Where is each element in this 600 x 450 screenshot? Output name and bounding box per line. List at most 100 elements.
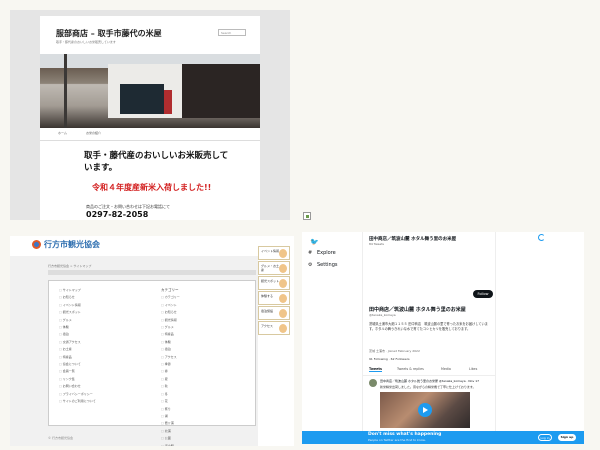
sitemap-link[interactable]: 秋 [161, 383, 180, 390]
tweet-body: 新米精米出荷しました。昔ながらの精米機で丁寧に仕上げております。 [380, 385, 476, 389]
sitemap-link[interactable]: 春 [161, 368, 180, 375]
follow-counts[interactable]: 91 Following · 62 Followers [369, 357, 410, 361]
logo-icon[interactable] [32, 240, 41, 249]
sitemap-link[interactable]: 宿泊 [59, 331, 96, 338]
profile-name: 田中商店／筑波山麓 ホタル舞う里のお米屋 [369, 307, 466, 313]
sitemap-link[interactable]: グルメ [59, 317, 96, 324]
avatar[interactable] [369, 379, 377, 387]
broken-image-icon [303, 212, 311, 220]
sitemap-link[interactable]: お土産 [59, 346, 96, 353]
sitemap-link[interactable]: プライバシーポリシー [59, 391, 96, 398]
nav-explore-label: Explore [317, 250, 336, 256]
side-banner-list: イベント情報グルメ・お土産観光スポット体験する宿泊施設アクセス [258, 246, 290, 336]
sitemap-link[interactable]: 体験 [161, 339, 180, 346]
side-banner[interactable]: アクセス [258, 321, 290, 335]
sitemap-link[interactable]: 冬 [161, 391, 180, 398]
login-button[interactable]: Log in [538, 434, 552, 441]
tab-replies[interactable]: Tweets & replies [397, 367, 424, 371]
play-icon[interactable] [418, 403, 432, 417]
sitemap-link[interactable]: 観光情報 [161, 317, 180, 324]
sitemap-link[interactable]: 特産品 [161, 331, 180, 338]
sitemap-link[interactable]: 会員一覧 [59, 368, 96, 375]
tab-media[interactable]: Media [441, 367, 451, 371]
page-sheet: 服部商店 – 取手市藤代の米屋 取手・藤代産のおいしいお米販売しています Sea… [40, 16, 260, 220]
sitemap-link[interactable]: イベント情報 [59, 302, 96, 309]
sitemap-link[interactable]: アクセス [161, 354, 180, 361]
tab-likes[interactable]: Likes [469, 367, 477, 371]
sitemap-link[interactable]: イベント [161, 302, 180, 309]
hash-icon: # [308, 250, 313, 256]
sitemap-link[interactable]: 北浦 [161, 428, 180, 435]
signup-banner: Don't miss what's happening People on Tw… [302, 431, 584, 444]
photo-window [120, 84, 164, 114]
sitemap-link[interactable]: 公園 [161, 435, 180, 442]
profile-meta: 茨城 土浦市 · Joined February 2022 [369, 349, 420, 353]
sitemap-link[interactable]: 祭り [161, 406, 180, 413]
profile-handle: @tanaka_komeya [369, 313, 396, 317]
header-photo [40, 54, 260, 128]
tab-tweets[interactable]: Tweets [369, 367, 382, 372]
sitemap-link[interactable]: 道の駅 [161, 443, 180, 446]
follow-button[interactable]: Follow [473, 290, 493, 298]
nav-home[interactable]: ホーム [58, 131, 67, 135]
sitemap-link[interactable]: サイトマップ [59, 287, 96, 294]
mascot-icon [279, 294, 287, 303]
search-input[interactable]: Search [218, 29, 246, 36]
side-banner[interactable]: 観光スポット [258, 276, 290, 290]
sitemap-link[interactable]: 花 [161, 398, 180, 405]
profile-column: 田中商店／筑波山麓 ホタル舞う里のお米屋 84 Tweets Follow 田中… [362, 232, 496, 432]
side-banner-label: 体験する [261, 294, 274, 298]
profile-bio: 茨城県土浦市大畑１１５５ 田中商店 筑波山麓の里で育ったお米をお届けしています。… [369, 322, 488, 331]
headline: 取手・藤代産のおいしいお米販売しています。 [84, 151, 229, 173]
tweet-count: 84 Tweets [369, 242, 384, 246]
photo-pole [64, 54, 67, 128]
sitemap-link[interactable]: 湖 [161, 413, 180, 420]
sitemap-link[interactable]: お問い合わせ [59, 383, 96, 390]
tweet-header: 田中商店／筑波山麓 ホタル舞う里のお米屋 @tanaka_komeya · No… [380, 379, 480, 383]
profile-banner [363, 248, 495, 290]
footer-text: © 行方市観光協会 [48, 436, 73, 440]
sitemap-link[interactable]: お知らせ [59, 294, 96, 301]
sitemap-link[interactable]: 宿泊 [161, 346, 180, 353]
nav-settings[interactable]: ⚙ Settings [308, 262, 338, 268]
left-nav: 🐦 # Explore ⚙ Settings [302, 232, 362, 432]
sitemap-link[interactable]: 観光スポット [59, 309, 96, 316]
signup-banner-title: Don't miss what's happening [368, 432, 442, 437]
side-banner[interactable]: 宿泊施設 [258, 306, 290, 320]
right-sidebar [494, 232, 584, 432]
nav-rice[interactable]: お米の紹介 [86, 131, 101, 135]
breadcrumb[interactable]: 行方市観光協会 > サイトマップ [48, 264, 91, 268]
rice-shop-website-screenshot: 服部商店 – 取手市藤代の米屋 取手・藤代産のおいしいお米販売しています Sea… [10, 10, 290, 220]
side-banner-label: グルメ・お土産 [261, 264, 280, 272]
nav-settings-label: Settings [317, 262, 338, 268]
new-rice-notice: 令和４年度産新米入荷しました!! [92, 183, 212, 192]
mascot-icon [279, 309, 287, 318]
sitemap-link[interactable]: お知らせ [161, 309, 180, 316]
sitemap-link[interactable]: グルメ [161, 324, 180, 331]
sitemap-link[interactable]: リンク集 [59, 376, 96, 383]
sitemap-link[interactable]: カテゴリー [161, 294, 180, 301]
side-banner[interactable]: イベント情報 [258, 246, 290, 260]
nav-explore[interactable]: # Explore [308, 250, 336, 256]
sitemap-link[interactable]: 特産品 [59, 354, 96, 361]
sitemap-link[interactable]: 季節 [161, 361, 180, 368]
signup-button[interactable]: Sign up [558, 434, 576, 441]
mascot-icon [279, 264, 287, 273]
side-banner[interactable]: グルメ・お土産 [258, 261, 290, 275]
sitemap-link[interactable]: 夏 [161, 376, 180, 383]
sitemap-left-column: サイトマップお知らせイベント情報観光スポットグルメ体験宿泊交通アクセスお土産特産… [59, 287, 96, 406]
tweet-video[interactable] [380, 392, 470, 428]
sitemap-link[interactable]: 体験 [59, 324, 96, 331]
loading-spinner-icon [538, 234, 545, 241]
site-title[interactable]: 服部商店 – 取手市藤代の米屋 [56, 28, 162, 39]
photo-garage [182, 64, 260, 118]
sitemap-link[interactable]: サイトのご利用について [59, 398, 96, 405]
sitemap-link[interactable]: 霞ヶ浦 [161, 420, 180, 427]
side-banner-label: アクセス [261, 324, 273, 328]
twitter-bird-icon[interactable]: 🐦 [310, 238, 319, 246]
sitemap-link[interactable]: 交通アクセス [59, 339, 96, 346]
sitemap-link[interactable]: 協会について [59, 361, 96, 368]
site-header: 行方市観光協会 [10, 236, 294, 252]
site-brand[interactable]: 行方市観光協会 [44, 239, 100, 250]
side-banner[interactable]: 体験する [258, 291, 290, 305]
